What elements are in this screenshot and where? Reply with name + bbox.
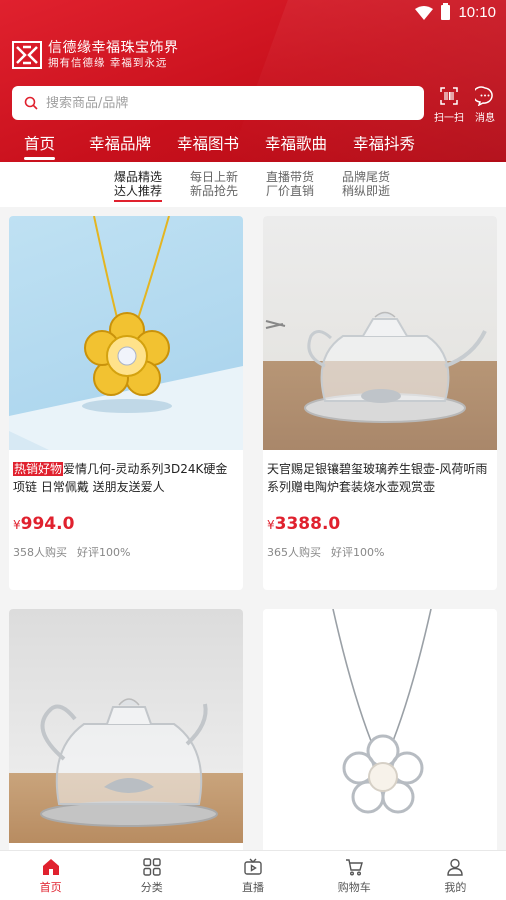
product-card[interactable]: 天官赐足银镶碧玺玻璃养生银壶-风荷听雨系列赠电陶炉套装烧水壶观赏壶 ¥3388.… [263,216,497,590]
sold-count: 365人购买 [267,546,321,559]
product-card[interactable]: 热销好物爱情几何-灵动系列3D24K硬金项链 日常佩戴 送朋友送爱人 ¥994.… [9,216,243,590]
product-price: ¥3388.0 [267,514,341,534]
sub-tabs: 爆品精选 达人推荐 每日上新 新品抢先 直播带货 厂价直销 品牌尾货 稍纵即逝 [0,162,506,207]
chat-bubble-icon [475,86,493,106]
status-bar: 10:10 [0,0,506,28]
battery-icon [441,3,451,20]
cart-icon [346,858,364,875]
brand-title: 信德缘幸福珠宝饰界 [48,40,179,56]
search-icon [24,96,38,110]
nav-tab-douxiu[interactable]: 幸福抖秀 [353,132,415,154]
live-icon [244,858,262,875]
product-image-gold-pendant [9,216,243,450]
tab-home[interactable]: 首页 [0,851,101,900]
product-card[interactable] [263,609,497,850]
nav-tab-books[interactable]: 幸福图书 [177,132,239,154]
hot-tag-badge: 热销好物 [13,462,64,476]
product-card[interactable] [9,609,243,850]
product-image-pearl-necklace [263,609,497,843]
wifi-icon [415,5,434,20]
subtab-live-sales[interactable]: 直播带货 厂价直销 [266,170,314,198]
product-image-glass-teapot [9,609,243,843]
nav-tab-brand[interactable]: 幸福品牌 [89,132,151,154]
scan-label: 扫一扫 [434,113,464,124]
rating: 好评100% [77,546,131,559]
top-nav: 首页 幸福品牌 幸福图书 幸福歌曲 幸福抖秀 [0,132,506,160]
search-bar[interactable] [12,86,424,120]
sold-count: 358人购买 [13,546,67,559]
tab-category[interactable]: 分类 [101,851,202,900]
home-icon [42,858,59,875]
subtab-new-daily[interactable]: 每日上新 新品抢先 [190,170,238,198]
category-icon [143,857,161,876]
product-title: 天官赐足银镶碧玺玻璃养生银壶-风荷听雨系列赠电陶炉套装烧水壶观赏壶 [267,462,488,494]
barcode-scan-icon [440,87,458,105]
scan-button[interactable]: 扫一扫 [432,86,466,124]
search-input[interactable] [46,95,386,111]
product-price: ¥994.0 [13,514,75,534]
message-label: 消息 [475,113,495,124]
logo-mark-icon [12,41,42,69]
app-header: 10:10 信德缘幸福珠宝饰界 拥有信德缘 幸福到永远 扫一扫 消息 [0,0,506,162]
tab-profile[interactable]: 我的 [405,851,506,900]
subtab-hot-picks[interactable]: 爆品精选 达人推荐 [114,170,163,202]
product-title: 热销好物爱情几何-灵动系列3D24K硬金项链 日常佩戴 送朋友送爱人 [13,462,228,494]
nav-tab-songs[interactable]: 幸福歌曲 [265,132,327,154]
subtab-brand-clearance[interactable]: 品牌尾货 稍纵即逝 [342,170,390,198]
brand-logo: 信德缘幸福珠宝饰界 拥有信德缘 幸福到永远 [12,40,179,70]
brand-subtitle: 拥有信德缘 幸福到永远 [48,57,168,69]
message-button[interactable]: 消息 [468,86,502,124]
status-time: 10:10 [458,4,496,21]
tab-live[interactable]: 直播 [202,851,303,900]
product-meta: 358人购买 好评100% [9,534,243,570]
tab-cart[interactable]: 购物车 [304,851,405,900]
profile-icon [447,858,464,876]
rating: 好评100% [331,546,385,559]
product-meta: 365人购买 好评100% [263,534,497,570]
product-image-silver-teapot [263,216,497,450]
bottom-tab-bar: 首页 分类 直播 购物车 我的 [0,850,506,900]
product-grid: 热销好物爱情几何-灵动系列3D24K硬金项链 日常佩戴 送朋友送爱人 ¥994.… [0,207,506,850]
nav-tab-home[interactable]: 首页 [24,132,56,160]
